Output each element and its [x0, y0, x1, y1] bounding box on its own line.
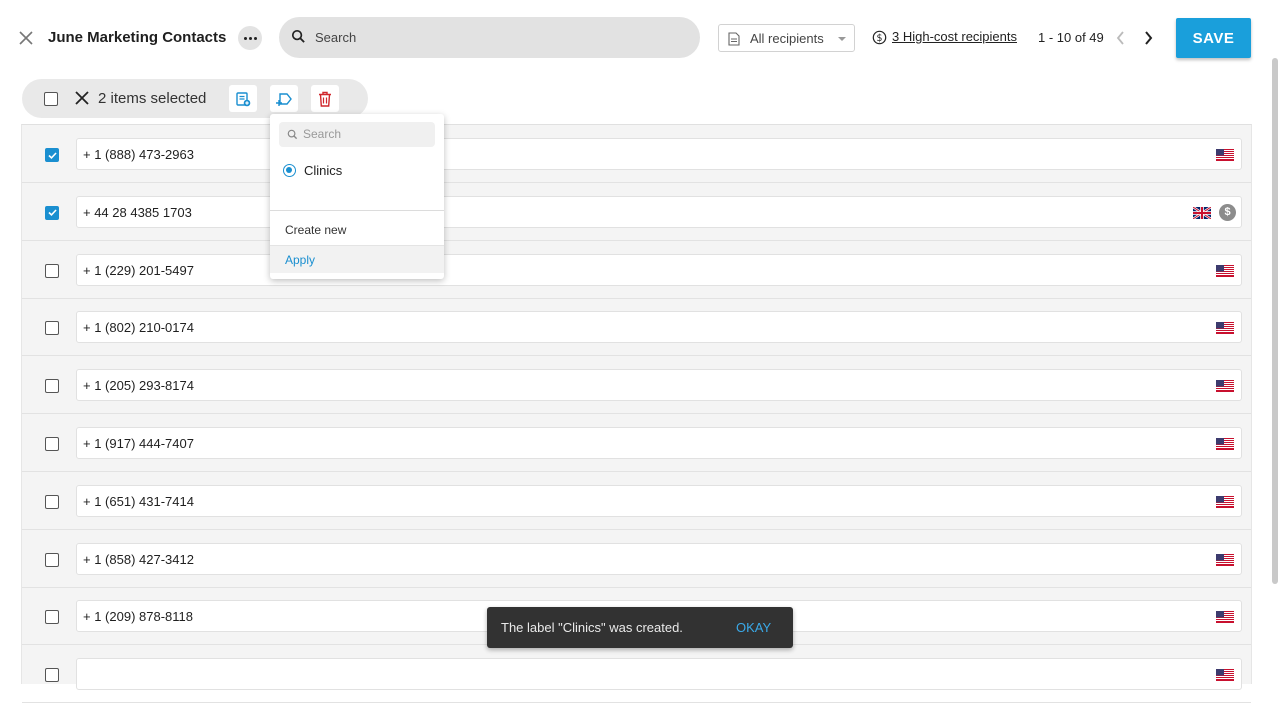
row-checkbox[interactable]	[45, 437, 59, 451]
table-row: + 1 (205) 293-8174	[22, 356, 1251, 415]
phone-number-field[interactable]: + 1 (917) 444-7407	[76, 427, 1242, 459]
list-add-icon	[236, 91, 251, 106]
phone-number-field[interactable]: + 1 (802) 210-0174	[76, 311, 1242, 344]
label-search-input[interactable]: Search	[279, 122, 435, 147]
us-flag-icon	[1216, 264, 1234, 277]
selection-count: 2 items selected	[98, 90, 207, 107]
table-row	[22, 645, 1251, 703]
radio-selected-icon	[283, 164, 296, 177]
table-row: + 1 (802) 210-0174	[22, 298, 1251, 357]
us-flag-icon	[1216, 610, 1234, 624]
phone-number-text: + 1 (917) 444-7407	[83, 436, 194, 451]
more-options-button[interactable]	[238, 26, 262, 50]
phone-number-field[interactable]: + 1 (888) 473-2963	[76, 138, 1242, 170]
phone-number-text: + 1 (209) 878-8118	[83, 609, 193, 625]
recipients-filter-label: All recipients	[750, 31, 824, 46]
clear-selection-icon[interactable]	[74, 90, 90, 106]
us-flag-icon	[1216, 495, 1234, 508]
recipients-filter-select[interactable]: All recipients	[718, 24, 855, 52]
toast-okay-button[interactable]: OKAY	[736, 620, 771, 635]
toast-notification: The label "Clinics" was created. OKAY	[487, 607, 793, 648]
phone-number-field[interactable]: + 1 (651) 431-7414	[76, 484, 1242, 517]
phone-number-text: + 1 (229) 201-5497	[83, 262, 194, 278]
search-icon	[287, 129, 298, 140]
row-checkbox[interactable]	[45, 494, 59, 509]
phone-number-text: + 1 (858) 427-3412	[83, 551, 194, 567]
apply-label-button[interactable]: Apply	[270, 245, 444, 273]
us-flag-icon	[1216, 553, 1234, 566]
label-option-text: Clinics	[304, 163, 343, 178]
table-row: + 44 28 4385 1703 $	[22, 183, 1251, 241]
phone-number-text: + 1 (802) 210-0174	[83, 320, 194, 336]
table-row: + 1 (229) 201-5497	[22, 241, 1251, 299]
chevron-right-icon[interactable]	[1140, 29, 1156, 47]
row-checkbox[interactable]	[45, 148, 59, 162]
table-row: + 1 (888) 473-2963	[22, 125, 1251, 183]
table-row: + 1 (651) 431-7414	[22, 472, 1251, 530]
search-placeholder: Search	[315, 30, 357, 45]
recipients-table: + 1 (888) 473-2963 + 44 28 4385 1703 $ + 1 …	[21, 124, 1252, 703]
us-flag-icon	[1216, 437, 1234, 450]
us-flag-icon	[1216, 321, 1234, 335]
search-input[interactable]: Search	[279, 17, 700, 58]
save-button[interactable]: SAVE	[1176, 18, 1251, 58]
page-title: June Marketing Contacts	[48, 29, 227, 46]
divider	[270, 210, 444, 211]
trash-icon	[319, 91, 331, 107]
delete-button[interactable]	[311, 85, 339, 112]
scrollbar[interactable]	[1272, 58, 1278, 584]
row-checkbox[interactable]	[45, 610, 59, 625]
more-dots-icon	[243, 36, 247, 40]
add-to-list-button[interactable]	[229, 85, 257, 112]
us-flag-icon	[1216, 148, 1234, 161]
phone-number-field[interactable]: + 1 (858) 427-3412	[76, 542, 1242, 575]
label-add-icon	[275, 92, 292, 106]
phone-number-field[interactable]: + 1 (229) 201-5497	[76, 253, 1242, 286]
add-label-button[interactable]	[270, 85, 298, 112]
pagination-range: 1 - 10 of 49	[1038, 30, 1104, 45]
phone-number-field[interactable]	[76, 658, 1242, 691]
phone-number-text: + 1 (651) 431-7414	[83, 493, 194, 509]
toast-message: The label "Clinics" was created.	[501, 620, 683, 635]
uk-flag-icon	[1192, 205, 1212, 220]
apply-label-text: Apply	[285, 253, 316, 267]
selection-toolbar: 2 items selected	[22, 79, 368, 118]
phone-number-text: + 1 (205) 293-8174	[83, 378, 194, 394]
document-icon	[728, 32, 740, 46]
row-checkbox[interactable]	[45, 379, 59, 394]
row-checkbox[interactable]	[45, 668, 59, 683]
phone-number-field[interactable]: + 1 (205) 293-8174	[76, 369, 1242, 402]
table-row: + 1 (917) 444-7407	[22, 414, 1251, 472]
table-row: + 1 (858) 427-3412	[22, 530, 1251, 588]
row-checkbox[interactable]	[45, 263, 59, 278]
chevron-down-icon	[838, 37, 846, 41]
label-search-placeholder: Search	[303, 127, 342, 141]
high-cost-dollar-icon: $	[1219, 203, 1236, 221]
high-cost-label: 3 High-cost recipients	[892, 29, 1017, 44]
select-all-checkbox[interactable]	[44, 92, 58, 106]
close-icon[interactable]	[16, 28, 36, 48]
us-flag-icon	[1216, 379, 1234, 393]
dollar-circle-icon: $	[872, 30, 887, 45]
chevron-left-icon[interactable]	[1113, 29, 1129, 47]
svg-text:$: $	[877, 33, 883, 44]
row-checkbox[interactable]	[45, 552, 59, 567]
phone-number-text: + 1 (888) 473-2963	[83, 147, 194, 162]
header: June Marketing Contacts Search All recip…	[0, 0, 1280, 76]
phone-number-text: + 44 28 4385 1703	[83, 204, 192, 220]
create-new-label-button[interactable]: Create new	[285, 223, 346, 237]
row-checkbox[interactable]	[45, 205, 59, 220]
phone-number-field[interactable]: + 44 28 4385 1703 $	[76, 195, 1242, 228]
row-checkbox[interactable]	[45, 321, 59, 336]
label-dropdown: Search Clinics Create new Apply	[270, 114, 444, 279]
search-icon	[291, 29, 305, 43]
